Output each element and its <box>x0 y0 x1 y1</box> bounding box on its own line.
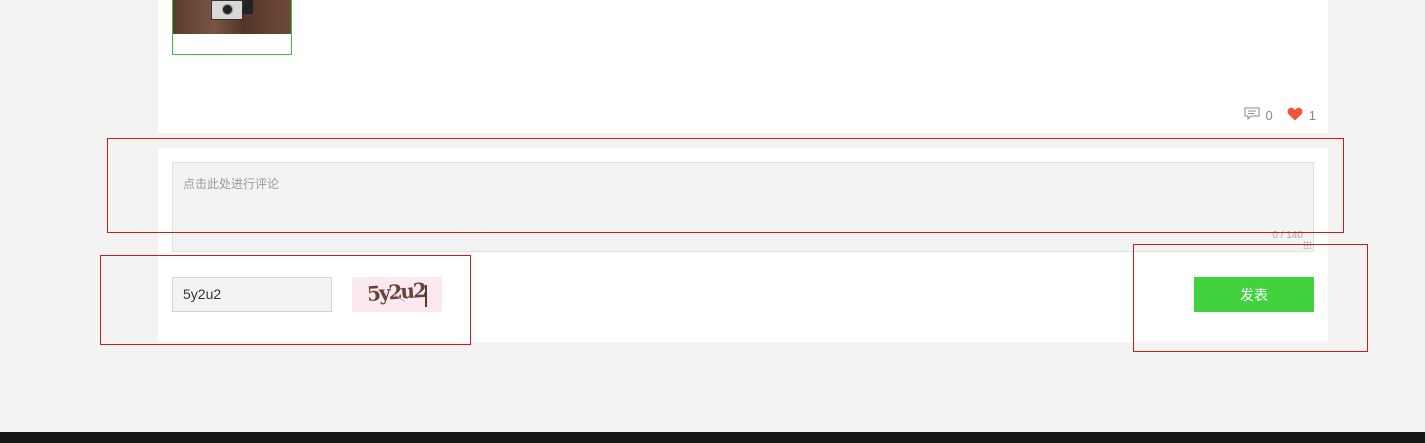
comment-form: 点击此处进行评论 0 / 140 5y2u2 5y2u2 发表 <box>158 148 1328 342</box>
comment-icon <box>1244 107 1260 123</box>
captcha-text: 5y2u2 <box>366 278 426 306</box>
comment-stat[interactable]: 0 <box>1244 107 1273 123</box>
like-count: 1 <box>1308 107 1316 123</box>
comment-textarea[interactable]: 点击此处进行评论 0 / 140 <box>172 162 1314 252</box>
post-stats: 0 1 <box>1244 107 1316 123</box>
footer-bar <box>0 432 1425 443</box>
post-card: 0 1 <box>158 0 1328 133</box>
captcha-noise-bar <box>425 285 427 307</box>
resize-handle-icon[interactable] <box>1303 241 1311 249</box>
action-camera-image <box>211 0 243 20</box>
captcha-image[interactable]: 5y2u2 <box>352 277 442 312</box>
comment-count: 0 <box>1265 107 1273 123</box>
like-stat[interactable]: 1 <box>1287 107 1316 124</box>
captcha-input[interactable]: 5y2u2 <box>172 277 332 312</box>
publish-button[interactable]: 发表 <box>1194 277 1314 312</box>
comment-placeholder: 点击此处进行评论 <box>183 177 280 191</box>
character-counter: 0 / 140 <box>1272 230 1303 241</box>
post-image-thumbnail[interactable] <box>172 0 292 55</box>
camera-mount-image <box>243 0 253 14</box>
heart-icon <box>1287 107 1303 124</box>
